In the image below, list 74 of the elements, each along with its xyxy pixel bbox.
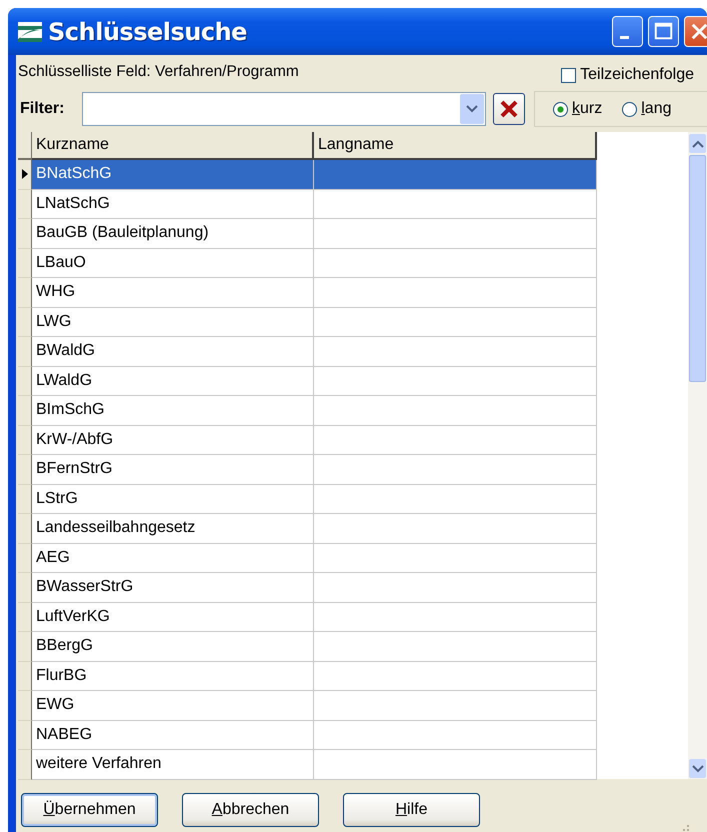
table-cell[interactable]: LStrG: [32, 484, 314, 514]
minimize-button[interactable]: [612, 16, 643, 47]
field-label: Schlüsselliste Feld: Verfahren/Programm: [18, 63, 299, 81]
filter-combobox[interactable]: [82, 92, 486, 126]
table-cell[interactable]: [314, 720, 597, 750]
chevron-up-icon: [692, 140, 704, 148]
scroll-up-button[interactable]: [689, 134, 706, 153]
table-cell[interactable]: [314, 691, 597, 720]
table-cell[interactable]: FlurBG: [32, 662, 314, 691]
table-cell[interactable]: [314, 544, 597, 573]
table-cell[interactable]: EWG: [32, 691, 314, 720]
table-cell[interactable]: [314, 396, 597, 426]
chevron-down-icon: [692, 764, 704, 772]
table-cell[interactable]: [314, 160, 597, 190]
table-cell[interactable]: Landesseilbahngesetz: [32, 514, 314, 544]
table-cell[interactable]: KrW-/AbfG: [32, 426, 314, 455]
scroll-thumb[interactable]: [689, 155, 706, 382]
table-cell[interactable]: BWasserStrG: [32, 573, 314, 602]
table-cell[interactable]: [314, 278, 597, 308]
table-cell[interactable]: [314, 366, 597, 396]
dialog-button[interactable]: Hilfe: [343, 793, 480, 827]
radio-button[interactable]: [553, 102, 568, 116]
table-cell[interactable]: [314, 632, 597, 662]
close-button[interactable]: [684, 16, 707, 47]
radio-label[interactable]: kurz: [572, 100, 602, 118]
dialog-button[interactable]: Abbrechen: [182, 793, 319, 827]
x-icon: [499, 99, 519, 119]
table-cell[interactable]: LWaldG: [32, 366, 314, 396]
scroll-down-button[interactable]: [689, 759, 706, 778]
table-cell[interactable]: [314, 602, 597, 632]
table-cell[interactable]: [314, 750, 597, 780]
table-cell[interactable]: BFernStrG: [32, 455, 314, 484]
clear-button[interactable]: [493, 93, 525, 125]
table-cell[interactable]: BBergG: [32, 632, 314, 662]
table-cell[interactable]: AEG: [32, 544, 314, 573]
radio-button[interactable]: [622, 102, 638, 116]
chevron-down-icon: [466, 105, 478, 113]
table-cell[interactable]: [314, 662, 597, 691]
table-cell[interactable]: [314, 337, 597, 366]
table-cell[interactable]: [314, 219, 597, 248]
table-cell[interactable]: [314, 190, 597, 219]
row-indicator[interactable]: [18, 160, 32, 190]
checkbox[interactable]: [561, 68, 576, 82]
logo-icon: [18, 22, 42, 42]
current-row-icon: [22, 169, 28, 180]
table-cell[interactable]: BWaldG: [32, 337, 314, 366]
minimize-icon: [620, 36, 629, 39]
column-header[interactable]: Langname: [314, 132, 597, 160]
table-cell[interactable]: NABEG: [32, 720, 314, 750]
maximize-button[interactable]: [648, 16, 679, 47]
table-cell[interactable]: [314, 426, 597, 455]
table-cell[interactable]: LuftVerKG: [32, 602, 314, 632]
table-cell[interactable]: LWG: [32, 308, 314, 337]
table-cell[interactable]: [314, 484, 597, 514]
table-cell[interactable]: weitere Verfahren: [32, 750, 314, 780]
table-cell[interactable]: [314, 248, 597, 278]
table-cell[interactable]: [314, 514, 597, 544]
dialog-button[interactable]: Übernehmen: [21, 793, 158, 827]
column-header[interactable]: Kurzname: [32, 132, 314, 160]
table-cell[interactable]: BImSchG: [32, 396, 314, 426]
table-cell[interactable]: BauGB (Bauleitplanung): [32, 219, 314, 248]
table-cell[interactable]: LBauO: [32, 248, 314, 278]
dropdown-button[interactable]: [460, 94, 484, 124]
table-cell[interactable]: BNatSchG: [32, 160, 314, 190]
table-cell[interactable]: [314, 455, 597, 484]
table-cell[interactable]: [314, 573, 597, 602]
window-title: Schlüsselsuche: [48, 18, 247, 46]
scrollbar[interactable]: [688, 132, 707, 779]
radio-label[interactable]: lang: [641, 100, 672, 118]
checkbox-label[interactable]: Teilzeichenfolge: [580, 66, 694, 84]
table-cell[interactable]: WHG: [32, 278, 314, 308]
filter-label: Filter:: [20, 100, 66, 118]
table-cell[interactable]: [314, 308, 597, 337]
table-cell[interactable]: LNatSchG: [32, 190, 314, 219]
